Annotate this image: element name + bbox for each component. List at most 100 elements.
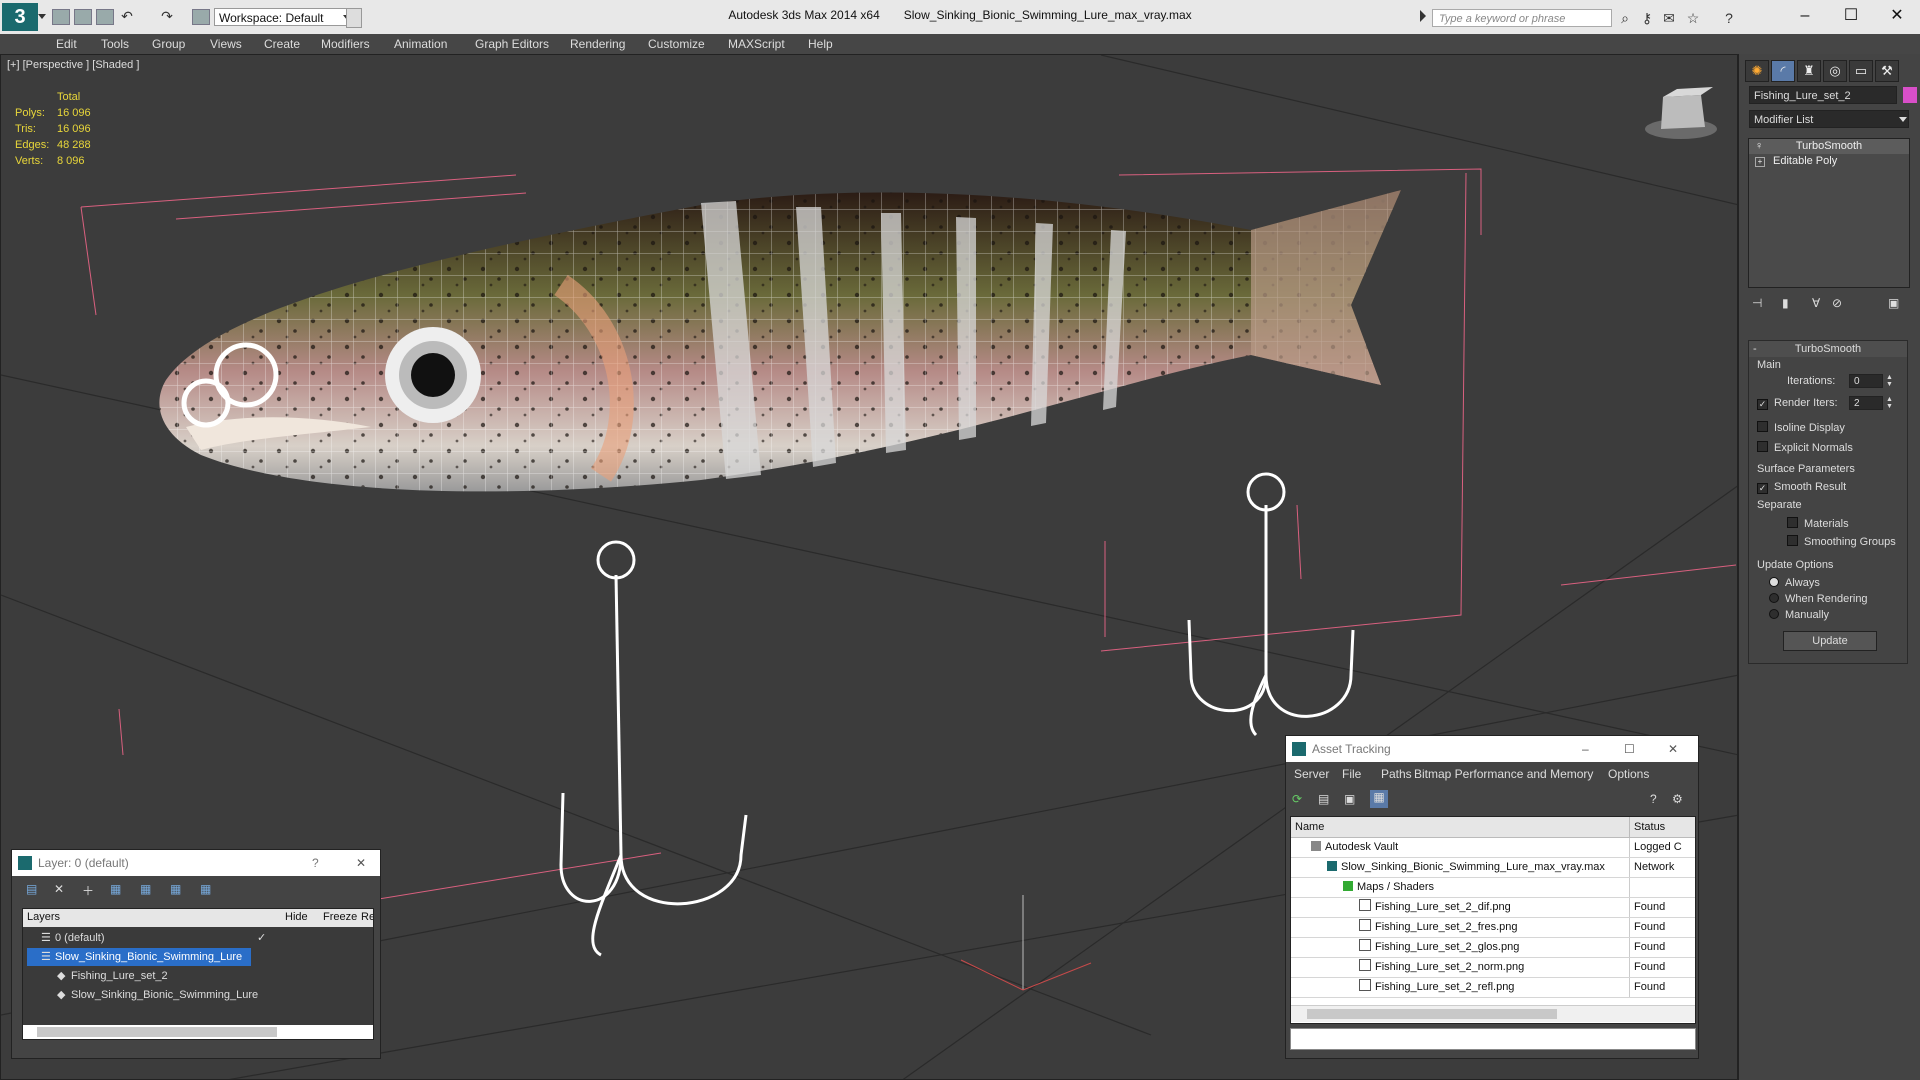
close-button[interactable]: ✕: [1882, 6, 1912, 26]
asset-help-icon[interactable]: ?: [1650, 792, 1657, 806]
menu-group[interactable]: Group: [152, 37, 185, 51]
asset-path-field[interactable]: [1290, 1028, 1696, 1050]
scroll-thumb[interactable]: [37, 1027, 277, 1037]
viewport-label[interactable]: [+] [Perspective ] [Shaded ]: [7, 59, 139, 71]
layer-help-icon[interactable]: ?: [312, 850, 319, 876]
asset-maximize-icon[interactable]: ☐: [1624, 736, 1635, 762]
stack-item-editable-poly[interactable]: + Editable Poly: [1749, 154, 1909, 169]
menu-tools[interactable]: Tools: [101, 37, 129, 51]
menu-maxscript[interactable]: MAXScript: [728, 37, 785, 51]
render-iters-toggle[interactable]: ✓ Render Iters:: [1757, 397, 1838, 410]
show-end-result-icon[interactable]: ▮: [1782, 296, 1789, 310]
hierarchy-tab-icon[interactable]: ♜: [1797, 60, 1821, 82]
object-color-swatch[interactable]: [1903, 87, 1917, 103]
col-name[interactable]: Name: [1295, 817, 1324, 837]
col-status[interactable]: Status: [1629, 817, 1665, 837]
freeze-all-layers-icon[interactable]: ▦: [200, 882, 211, 896]
asset-menu-paths[interactable]: Paths: [1381, 767, 1412, 781]
layer-row[interactable]: ◆ Slow_Sinking_Bionic_Swimming_Lure: [23, 986, 373, 1004]
manually-radio[interactable]: Manually: [1769, 609, 1829, 621]
help-icon[interactable]: ?: [1722, 11, 1736, 25]
rollout-header[interactable]: - TurboSmooth: [1749, 341, 1907, 357]
configure-sets-icon[interactable]: ▣: [1888, 296, 1899, 310]
object-name-field[interactable]: Fishing_Lure_set_2: [1749, 86, 1897, 104]
asset-menu-file[interactable]: File: [1342, 767, 1361, 781]
layer-dialog-titlebar[interactable]: Layer: 0 (default) ? ✕: [12, 850, 380, 876]
stack-item-turbosmooth[interactable]: ♀ TurboSmooth: [1749, 139, 1909, 154]
asset-menu-server[interactable]: Server: [1294, 767, 1329, 781]
add-to-layer-icon[interactable]: ＋: [82, 882, 94, 899]
asset-row[interactable]: Fishing_Lure_set_2_norm.png Found: [1291, 958, 1695, 978]
render-iters-spinner-arrows-icon[interactable]: ▲ ▼: [1886, 396, 1893, 410]
materials-toggle[interactable]: Materials: [1787, 517, 1849, 530]
asset-hscrollbar[interactable]: [1291, 1005, 1695, 1022]
asset-menu-options[interactable]: Options: [1608, 767, 1649, 781]
asset-row[interactable]: Fishing_Lure_set_2_refl.png Found: [1291, 978, 1695, 998]
modifier-list-dropdown[interactable]: Modifier List: [1749, 110, 1909, 128]
iterations-spinner-arrows-icon[interactable]: ▲ ▼: [1886, 374, 1893, 388]
display-tab-icon[interactable]: ▭: [1849, 60, 1873, 82]
thumbnail-view-icon[interactable]: ▣: [1344, 792, 1355, 806]
asset-row[interactable]: Slow_Sinking_Bionic_Swimming_Lure_max_vr…: [1291, 858, 1695, 878]
minimize-button[interactable]: –: [1790, 6, 1820, 26]
iterations-spinner[interactable]: 0: [1849, 374, 1883, 388]
asset-tracking-dialog[interactable]: Asset Tracking – ☐ ✕ Server File Paths B…: [1285, 735, 1699, 1059]
menu-customize[interactable]: Customize: [648, 37, 705, 51]
asset-minimize-icon[interactable]: –: [1582, 736, 1589, 762]
expand-plus-icon[interactable]: +: [1755, 157, 1765, 167]
scroll-thumb[interactable]: [1307, 1009, 1557, 1019]
asset-row[interactable]: Maps / Shaders: [1291, 878, 1695, 898]
maximize-button[interactable]: ☐: [1836, 6, 1866, 26]
menu-edit[interactable]: Edit: [56, 37, 77, 51]
asset-row[interactable]: Fishing_Lure_set_2_dif.png Found: [1291, 898, 1695, 918]
asset-row[interactable]: Fishing_Lure_set_2_fres.png Found: [1291, 918, 1695, 938]
always-radio[interactable]: Always: [1769, 577, 1820, 589]
search-expand-icon[interactable]: [1420, 10, 1426, 22]
select-objects-icon[interactable]: ▦: [110, 882, 121, 896]
asset-row[interactable]: Fishing_Lure_set_2_glos.png Found: [1291, 938, 1695, 958]
layer-close-icon[interactable]: ✕: [356, 850, 366, 876]
highlight-layer-icon[interactable]: ▦: [140, 882, 151, 896]
modifier-list-chevron-icon[interactable]: [1899, 117, 1907, 122]
subscription-icon[interactable]: ⚷: [1640, 11, 1654, 25]
render-iters-spinner[interactable]: 2: [1849, 396, 1883, 410]
refresh-icon[interactable]: ⟳: [1292, 792, 1302, 806]
smooth-result-toggle[interactable]: ✓ Smooth Result: [1757, 481, 1846, 494]
menu-create[interactable]: Create: [264, 37, 300, 51]
layer-explorer-dialog[interactable]: Layer: 0 (default) ? ✕ ▤ ✕ ＋ ▦ ▦ ▦ ▦ Lay…: [11, 849, 381, 1059]
menu-animation[interactable]: Animation: [394, 37, 447, 51]
hide-all-layers-icon[interactable]: ▦: [170, 882, 181, 896]
search-input[interactable]: Type a keyword or phrase: [1432, 9, 1612, 27]
smoothing-groups-toggle[interactable]: Smoothing Groups: [1787, 535, 1896, 548]
col-freeze[interactable]: Freeze: [323, 911, 357, 923]
explicit-normals-toggle[interactable]: Explicit Normals: [1757, 441, 1853, 454]
layer-hscrollbar[interactable]: [23, 1025, 373, 1039]
remove-modifier-icon[interactable]: ⊘: [1832, 296, 1842, 310]
favorites-star-icon[interactable]: ☆: [1686, 11, 1700, 25]
menu-rendering[interactable]: Rendering: [570, 37, 625, 51]
perspective-viewport[interactable]: [+] [Perspective ] [Shaded ] Total Polys…: [0, 54, 1738, 1080]
utilities-tab-icon[interactable]: ⚒: [1875, 60, 1899, 82]
col-render[interactable]: Ren: [361, 911, 373, 923]
lightbulb-icon[interactable]: ♀: [1755, 139, 1763, 154]
menu-graph-editors[interactable]: Graph Editors: [475, 37, 549, 51]
menu-help[interactable]: Help: [808, 37, 833, 51]
communication-icon[interactable]: ✉: [1662, 11, 1676, 25]
asset-settings-icon[interactable]: ⚙: [1672, 792, 1683, 806]
menu-modifiers[interactable]: Modifiers: [321, 37, 370, 51]
col-hide[interactable]: Hide: [285, 911, 308, 923]
asset-row[interactable]: Autodesk Vault Logged C: [1291, 838, 1695, 858]
layer-row-selected[interactable]: ☰ Slow_Sinking_Bionic_Swimming_Lure: [27, 948, 251, 966]
update-button[interactable]: Update: [1783, 631, 1877, 651]
asset-close-icon[interactable]: ✕: [1668, 736, 1678, 762]
when-rendering-radio[interactable]: When Rendering: [1769, 593, 1868, 605]
make-unique-icon[interactable]: ∀: [1812, 296, 1820, 310]
table-view-icon[interactable]: ▦: [1370, 790, 1388, 808]
isoline-display-toggle[interactable]: Isoline Display: [1757, 421, 1845, 434]
layer-row[interactable]: ◆ Fishing_Lure_set_2: [23, 967, 373, 985]
layer-row[interactable]: ☰ 0 (default) ✓: [23, 929, 373, 947]
menu-views[interactable]: Views: [210, 37, 242, 51]
create-tab-icon[interactable]: ✺: [1745, 60, 1769, 82]
asset-menu-bitmap[interactable]: Bitmap Performance and Memory: [1414, 767, 1593, 781]
list-view-icon[interactable]: ▤: [1318, 792, 1329, 806]
